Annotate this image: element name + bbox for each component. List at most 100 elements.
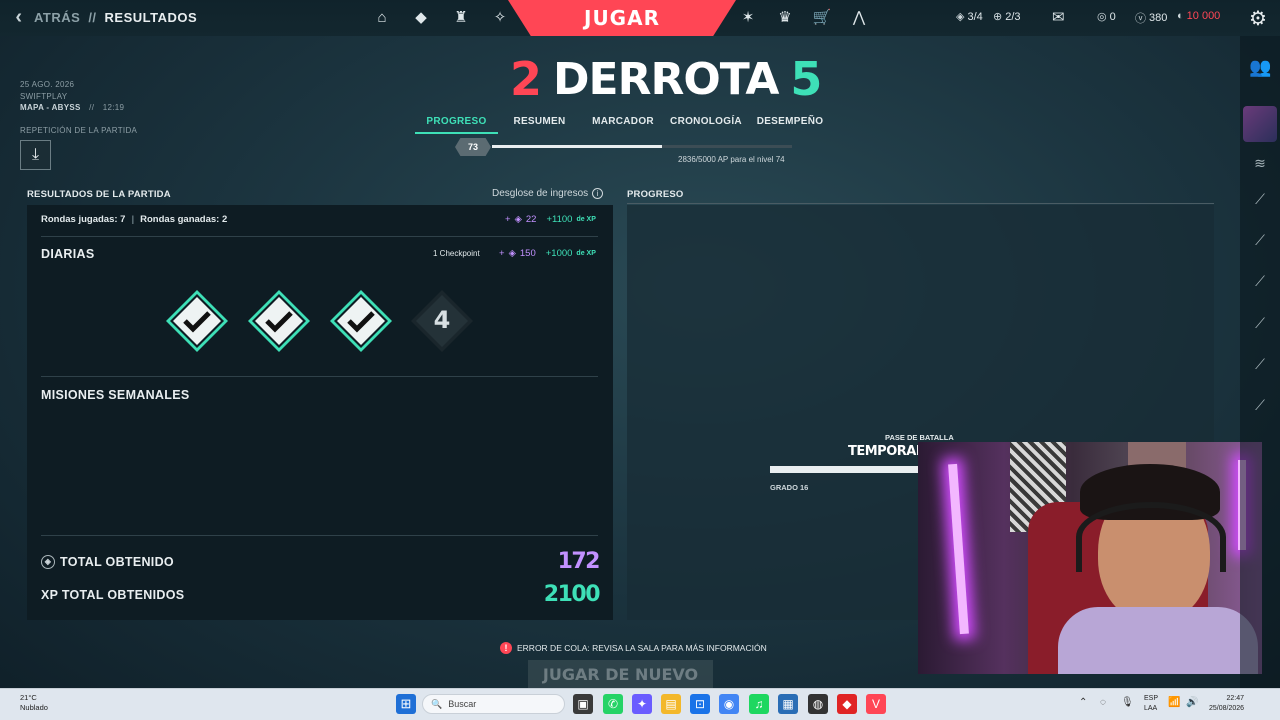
error-icon: ! (500, 642, 512, 654)
vp-icon: ⓥ (1135, 13, 1146, 25)
webcam-overlay (918, 442, 1262, 674)
ap-progress[interactable]: ◈ 3/4 (956, 10, 983, 24)
enemy-score: 5 (790, 52, 822, 106)
rank-icon[interactable]: ⋀ (849, 8, 869, 28)
battlepass-grade: GRADO 16 (770, 483, 809, 492)
streamer-shirt (1058, 607, 1258, 674)
store-icon[interactable]: 🛒 (812, 8, 832, 28)
wifi-tray-icon[interactable]: 📶 (1168, 697, 1180, 708)
income-breakdown-link[interactable]: Desglose de ingresos i (492, 188, 604, 199)
windows-start-icon[interactable]: ⊞ (396, 694, 416, 714)
download-icon: ⤓ (31, 146, 40, 163)
match-result: DERROTA (553, 53, 779, 105)
radianite-balance[interactable]: ◎ 0 (1097, 10, 1116, 24)
plus-sign: + (505, 214, 511, 225)
system-clock[interactable]: 22:47 25/08/2026 (1209, 694, 1244, 714)
friends-icon[interactable]: 👥 (1249, 56, 1271, 78)
mail-icon[interactable]: ✉ (1052, 8, 1065, 26)
divider (41, 376, 598, 377)
valorant-icon[interactable]: V (866, 694, 886, 714)
agents-icon[interactable]: ♜ (451, 8, 471, 28)
match-mode: SWIFTPLAY (20, 91, 68, 101)
settings-gear-icon[interactable]: ⚙ (1249, 6, 1267, 31)
network-icon[interactable]: ◌ (1100, 697, 1106, 708)
back-button[interactable]: ‹ ATRÁS // RESULTADOS (10, 6, 197, 29)
volume-icon[interactable]: 🔊 (1186, 697, 1198, 708)
missions-progress[interactable]: ⊕ 2/3 (993, 10, 1021, 24)
collection-icon[interactable]: ✧ (490, 8, 510, 28)
avatar[interactable] (1243, 106, 1277, 142)
queue-error: ! ERROR DE COLA: REVISA LA SALA PARA MÁS… (500, 642, 767, 654)
xp-unit: de XP (576, 250, 596, 257)
page-title: RESULTADOS (104, 10, 198, 25)
tab-desempeno[interactable]: DESEMPEÑO (747, 114, 833, 134)
battlepass-progress-bar (770, 466, 918, 473)
battlepass-label: PASE DE BATALLA (885, 433, 954, 442)
kingdom-credits-value: 10 000 (1186, 10, 1221, 22)
friend-slot-icon[interactable]: ⟋ (1249, 229, 1271, 251)
match-time: 12:19 (102, 103, 125, 112)
friend-slot-icon[interactable]: ⟋ (1249, 312, 1271, 334)
copilot-icon[interactable]: ✦ (632, 694, 652, 714)
total-earned-row: ◈ TOTAL OBTENIDO (41, 555, 174, 569)
tab-marcador[interactable]: MARCADOR (581, 114, 665, 134)
search-icon: 🔍 (431, 698, 443, 709)
mission-icon: ⊕ (993, 11, 1003, 23)
match-map: MAPA - ABYSS (20, 103, 81, 112)
friend-slot-icon[interactable]: ⟋ (1249, 353, 1271, 375)
chevron-up-icon[interactable]: ⌃ (1079, 697, 1087, 708)
friend-slot-icon[interactable]: ⟋ (1249, 188, 1271, 210)
result-tabs: PROGRESO RESUMEN MARCADOR CRONOLOGÍA DES… (415, 114, 833, 134)
download-replay-button[interactable]: ⤓ (20, 140, 51, 170)
income-breakdown-label: Desglose de ingresos (492, 188, 589, 199)
checkpoint-complete-icon (166, 290, 228, 352)
chevron-left-icon: ‹ (15, 6, 23, 28)
replay-label: REPETICIÓN DE LA PARTIDA (20, 126, 138, 135)
match-date: 25 AGO. 2026 (20, 80, 75, 89)
riot-client-icon[interactable]: ◆ (837, 694, 857, 714)
divider (41, 236, 598, 237)
chrome-icon[interactable]: ◉ (719, 694, 739, 714)
tab-resumen[interactable]: RESUMEN (498, 114, 581, 134)
vp-balance[interactable]: ⓥ 380 (1135, 10, 1167, 26)
team-score: 2 (510, 52, 542, 106)
match-meta: 25 AGO. 2026 SWIFTPLAY MAPA - ABYSS // 1… (20, 79, 124, 114)
spotify-icon[interactable]: ♫ (749, 694, 769, 714)
friend-slot-icon[interactable]: ⟋ (1249, 394, 1271, 416)
home-icon[interactable]: ⌂ (372, 8, 392, 28)
ap-icon: ◈ (41, 555, 55, 569)
play-button[interactable]: JUGAR (508, 0, 736, 36)
career-icon[interactable]: ◆ (411, 8, 431, 28)
play-again-button[interactable]: JUGAR DE NUEVO (528, 660, 713, 688)
file-explorer-icon[interactable]: ▤ (661, 694, 681, 714)
battlepass-season: TEMPORADA 2 (848, 444, 918, 459)
store-app-icon[interactable]: ⊡ (690, 694, 710, 714)
obs-icon[interactable]: ◍ (808, 694, 828, 714)
xp-total-label: XP TOTAL OBTENIDOS (41, 588, 185, 602)
meta-separator: // (89, 103, 95, 112)
rounds-ap-value: 22 (525, 214, 537, 225)
photos-icon[interactable]: ▦ (778, 694, 798, 714)
taskbar-search[interactable]: 🔍 Buscar (422, 694, 565, 714)
kingdom-credits-balance[interactable]: ◐ 10 000 (1177, 10, 1220, 22)
daily-title: DIARIAS (41, 247, 95, 261)
friend-slot-icon[interactable]: ⟋ (1249, 270, 1271, 292)
tab-cronologia[interactable]: CRONOLOGÍA (665, 114, 747, 134)
wifi-icon[interactable]: ≋ (1249, 152, 1271, 174)
account-level-badge: 73 (455, 138, 491, 156)
rounds-rewards: + ◈ 22 +1100 de XP (505, 214, 596, 225)
rounds-xp-value: +1100 (546, 214, 573, 225)
battlepass-icon[interactable]: ✶ (738, 8, 758, 28)
whatsapp-icon[interactable]: ✆ (603, 694, 623, 714)
ap-icon: ◈ (514, 214, 522, 225)
microphone-icon[interactable]: 🎙 (1121, 697, 1134, 708)
info-icon: i (592, 188, 604, 199)
tab-progreso[interactable]: PROGRESO (415, 114, 498, 134)
language-indicator[interactable]: ESP LAA (1144, 694, 1158, 714)
task-view-icon[interactable]: ▣ (573, 694, 593, 714)
collection-store-icon[interactable]: ♛ (775, 8, 795, 28)
weather-widget[interactable]: 21°C Nublado (20, 693, 48, 713)
search-placeholder: Buscar (448, 699, 477, 709)
queue-error-text: ERROR DE COLA: REVISA LA SALA PARA MÁS I… (517, 643, 767, 653)
plus-sign: + (499, 248, 505, 259)
